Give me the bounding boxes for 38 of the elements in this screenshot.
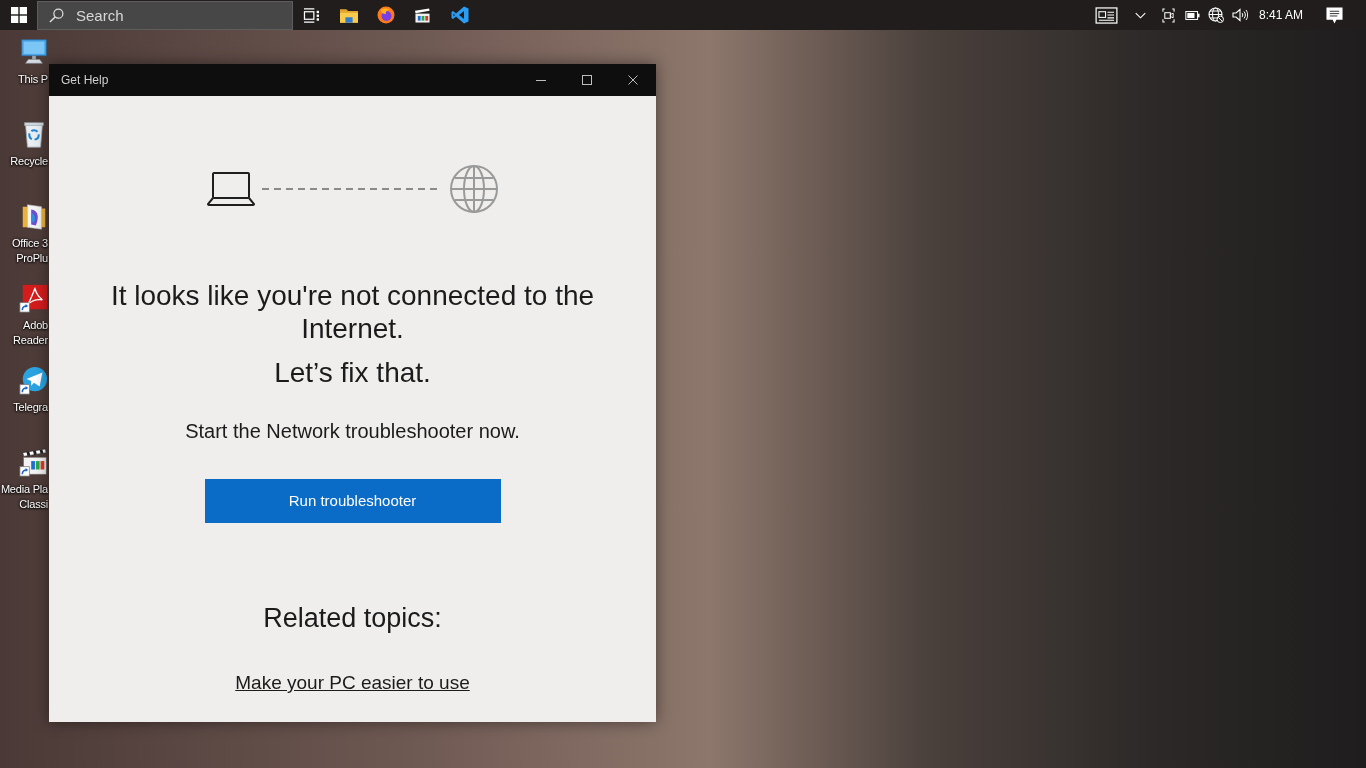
desktop-shortcut[interactable]: Recycle [10,119,49,169]
desktop-shortcut[interactable]: Office 3 ProPlu [11,201,49,266]
window-title: Get Help [61,72,109,89]
monitor-icon [19,37,49,67]
code-editor-icon[interactable] [450,6,469,24]
search-field[interactable]: Search [37,0,293,30]
maximize-icon [582,75,592,85]
paper-plane-icon [19,365,49,395]
minimize-icon [536,79,546,81]
pdf-icon [19,283,49,313]
news-icon[interactable] [1094,6,1118,24]
globe-icon[interactable] [1208,7,1224,23]
notification-icon[interactable] [1325,6,1343,24]
desktop-shortcut[interactable]: Media Pla Classi [0,447,49,512]
fix-subheading: Let’s fix that. [274,356,431,389]
laptop-icon [207,172,255,206]
error-heading: It looks like you're not connected to the Internet. [109,279,596,345]
clapperboard-icon[interactable] [414,7,431,23]
clock-time[interactable]: 8:41 AM [1259,6,1303,24]
folder-icon[interactable] [339,7,358,23]
battery-icon [1184,10,1200,20]
chevron-icon[interactable] [1135,11,1146,19]
related-topics-heading: Related topics: [263,602,442,635]
task-view-icon[interactable] [303,7,320,23]
desktop-shortcut[interactable]: This P [18,37,49,87]
search-icon [49,7,64,23]
camera-icon[interactable] [1161,7,1175,23]
close-icon [628,75,638,85]
globe-icon [450,165,498,213]
desktop-shortcut[interactable]: Telegra [13,365,49,415]
clapperboard-icon [19,447,49,477]
related-topic-link[interactable]: Make your PC easier to use [235,670,470,696]
desktop-shortcut[interactable]: Adob Reader [13,283,49,348]
run-troubleshooter-button[interactable]: Run troubleshooter [204,479,501,523]
speaker-icon[interactable] [1232,8,1248,22]
troubleshooter-prompt: Start the Network troubleshooter now. [185,419,520,444]
browser-icon[interactable] [376,6,395,24]
windows-logo-icon[interactable] [10,7,27,23]
